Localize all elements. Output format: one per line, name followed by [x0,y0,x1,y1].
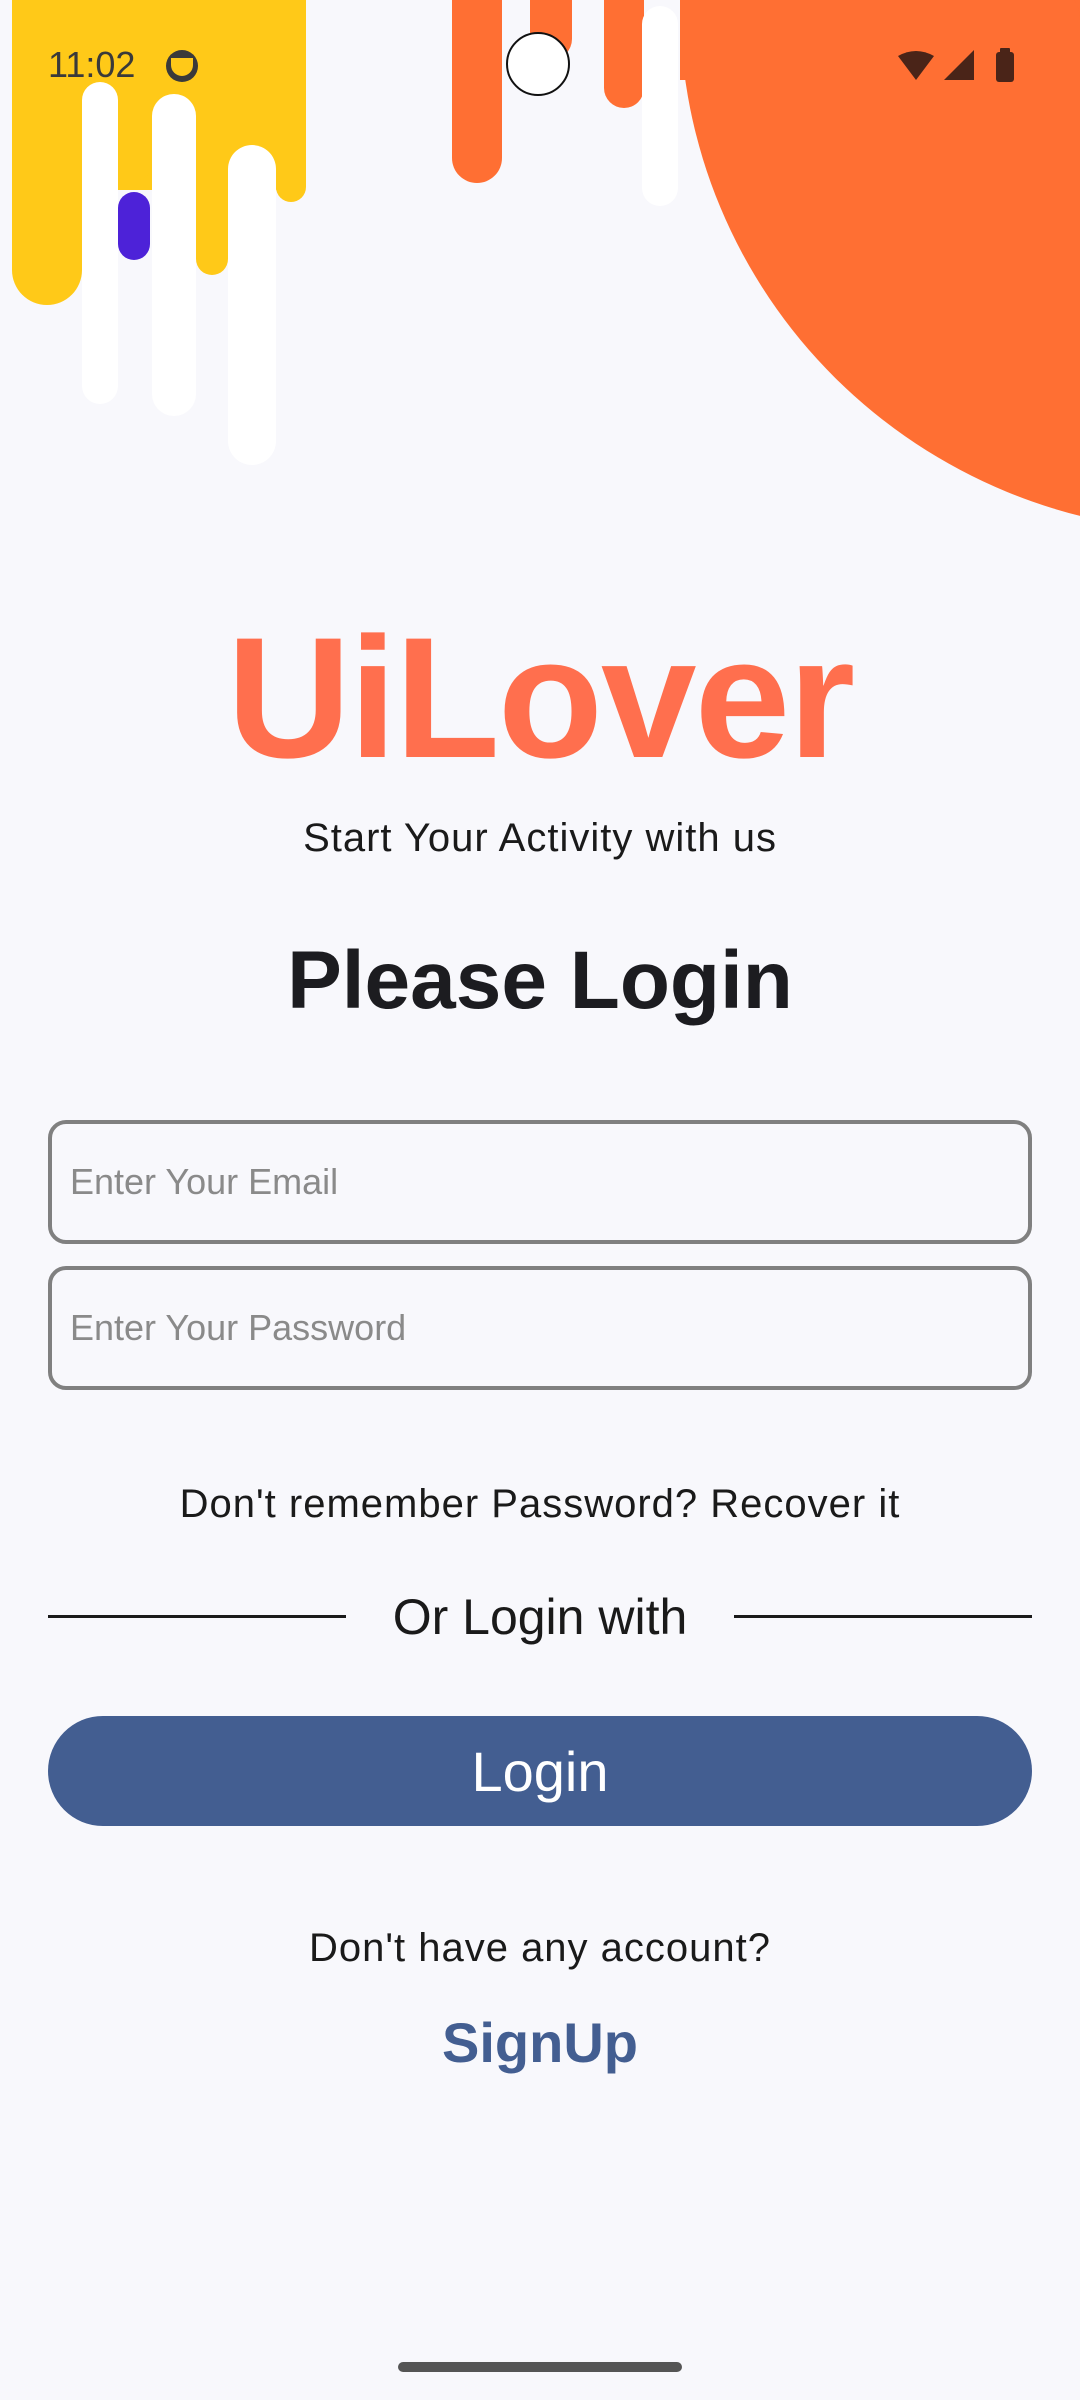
password-field[interactable] [48,1266,1032,1390]
home-indicator[interactable] [398,2362,682,2372]
no-account-label: Don't have any account? [308,1926,772,1970]
email-field[interactable] [48,1120,1032,1244]
divider-line-right [734,1615,1032,1618]
smiley-icon [166,50,198,82]
divider-label: Or Login with [392,1589,688,1645]
white-drip-shape [82,82,118,404]
recover-password-link[interactable]: Don't remember Password? Recover it [0,1482,1080,1527]
status-time: 11:02 [48,44,136,85]
login-screen: 11:02 UiLover Start Your Activity with u… [0,0,1080,2400]
divider-line-left [48,1615,346,1618]
white-drip-shape [228,145,276,465]
status-bar: 11:02 [0,0,1080,130]
status-icons [898,48,1014,82]
battery-icon [996,52,1014,82]
signup-link[interactable]: SignUp [0,2010,1080,2075]
page-title: Please Login [287,935,793,1026]
camera-cutout [506,32,570,96]
white-drip-shape [152,94,196,416]
cellular-signal-icon [944,50,974,80]
login-button[interactable]: Login [48,1716,1032,1826]
app-logo-text: UiLover [226,602,855,794]
tagline: Start Your Activity with us [303,816,777,860]
wifi-icon [898,51,934,80]
purple-drip-shape [118,192,150,260]
